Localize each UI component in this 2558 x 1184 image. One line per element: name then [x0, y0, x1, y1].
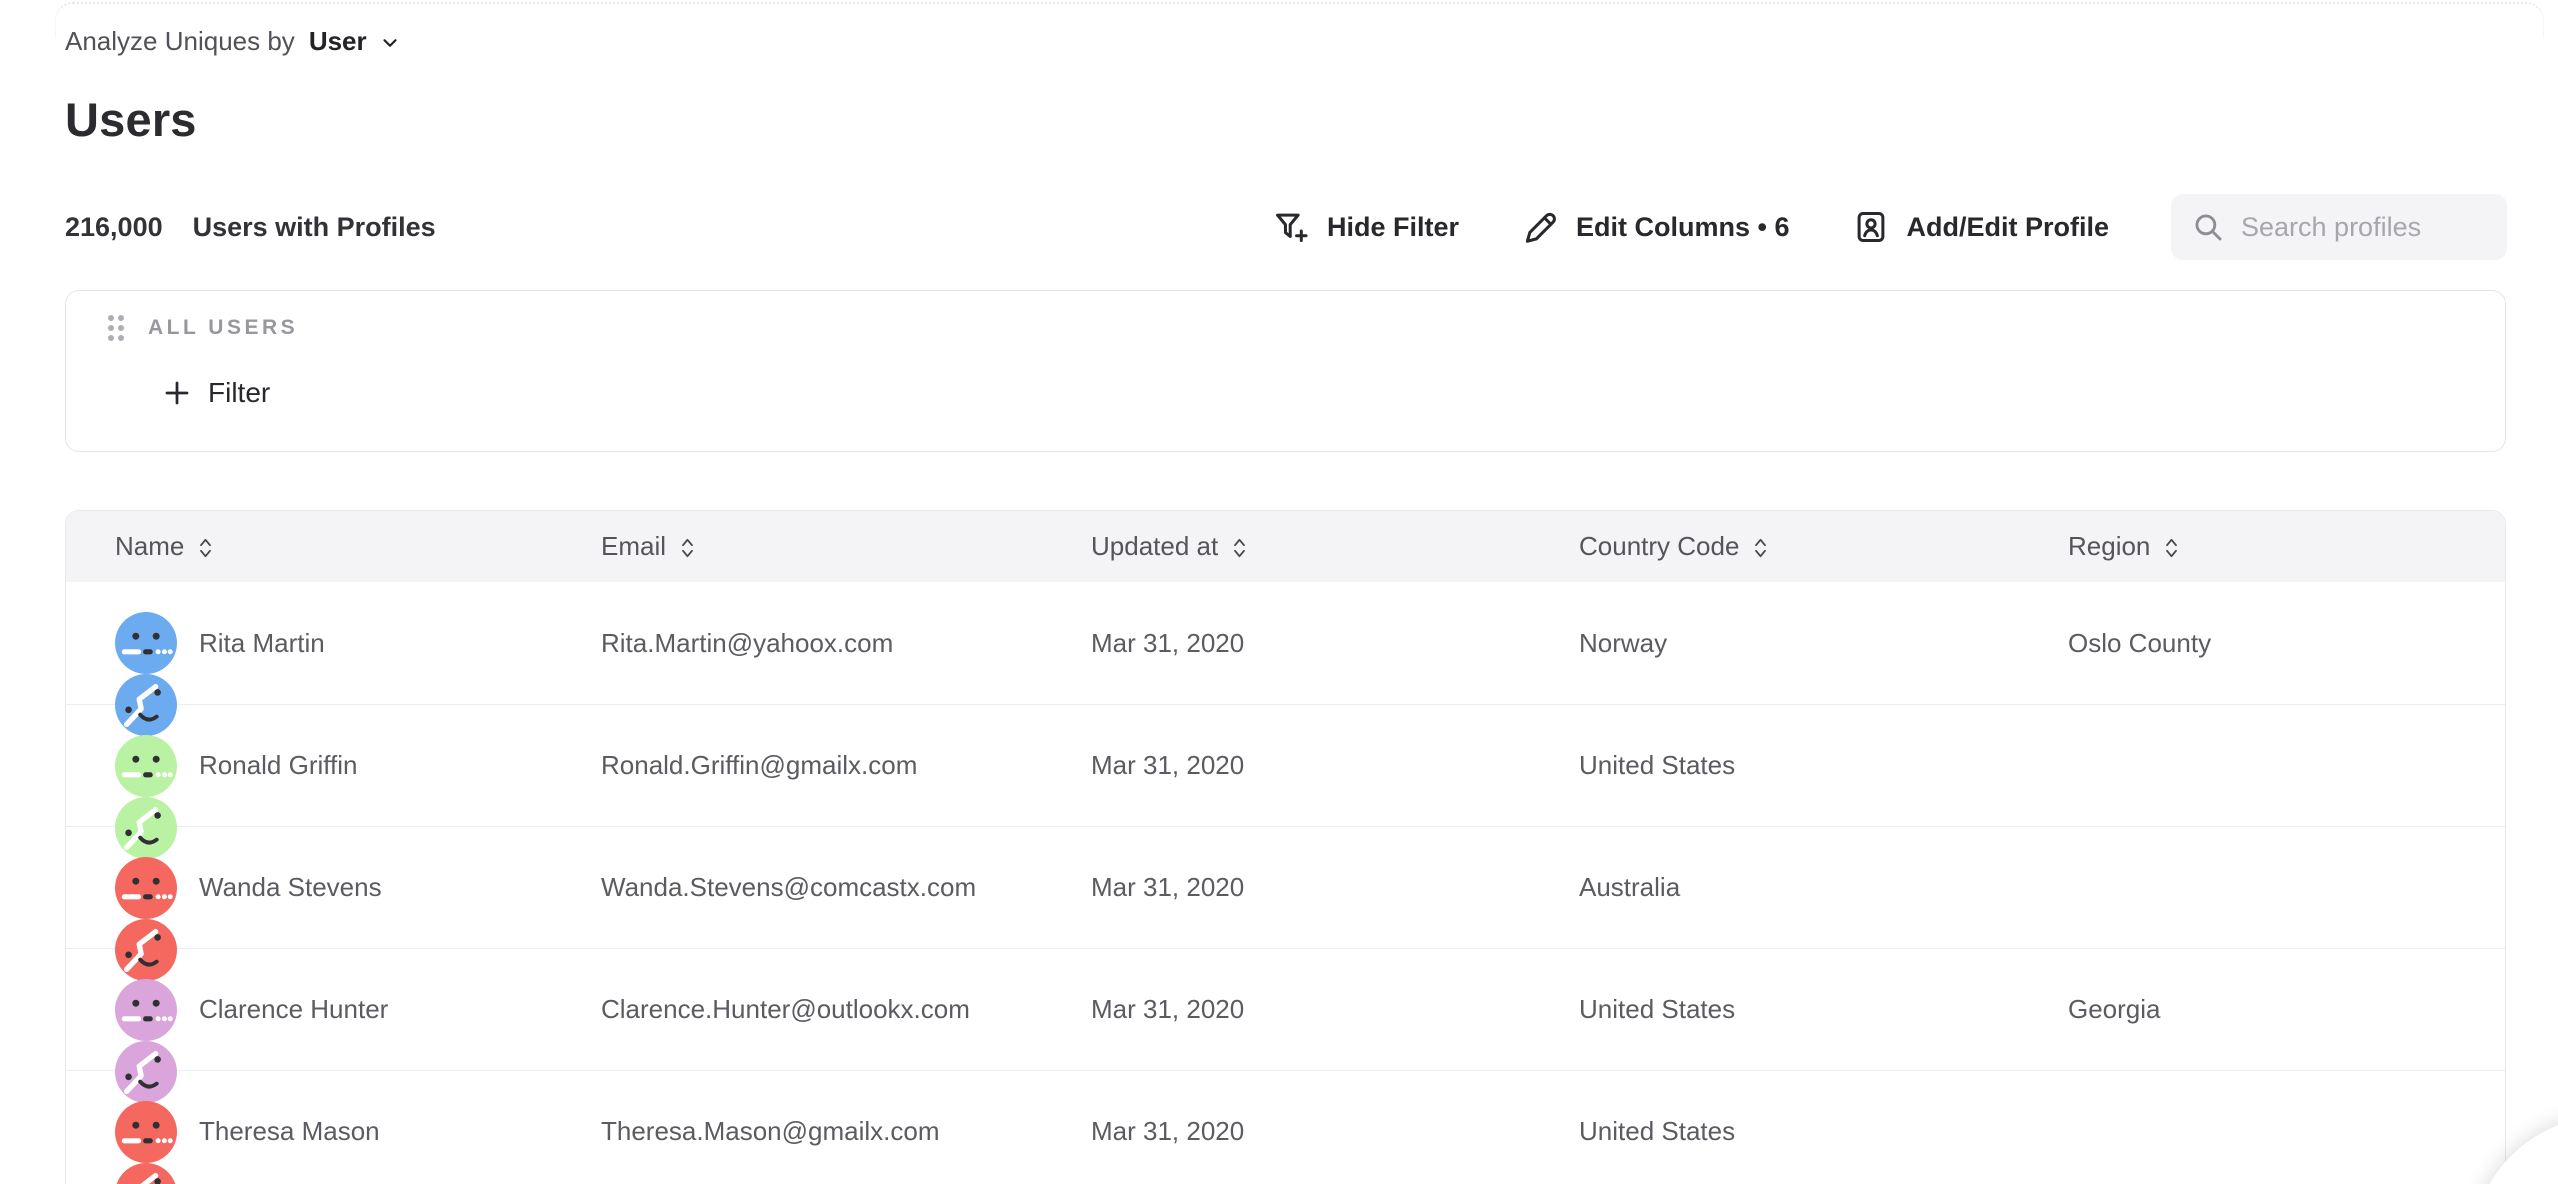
profile-count: 216,000	[65, 212, 163, 243]
column-header-label: Updated at	[1091, 531, 1218, 562]
column-header-region[interactable]: Region	[2019, 511, 2505, 582]
search-profiles-input[interactable]	[2241, 212, 2487, 243]
user-updated-at: Mar 31, 2020	[1091, 750, 1244, 781]
hide-filter-label: Hide Filter	[1327, 212, 1459, 243]
user-updated-at: Mar 31, 2020	[1091, 872, 1244, 903]
search-icon	[2191, 210, 2225, 244]
column-header-label: Country Code	[1579, 531, 1739, 562]
column-header-label: Email	[601, 531, 666, 562]
column-header-updated-at[interactable]: Updated at	[1042, 511, 1530, 582]
user-email: Theresa.Mason@gmailx.com	[601, 1116, 940, 1147]
avatar	[115, 857, 177, 919]
sort-icon	[680, 538, 695, 558]
table-body: Rita Martin Rita.Martin@yahoox.com Mar 3…	[66, 582, 2505, 1184]
table-row[interactable]: Theresa Mason Theresa.Mason@gmailx.com M…	[66, 1070, 2505, 1184]
breadcrumb: Analyze Uniques by User	[65, 26, 401, 57]
table-row[interactable]: Ronald Griffin Ronald.Griffin@gmailx.com…	[66, 704, 2505, 826]
profile-count-label: Users with Profiles	[193, 212, 436, 243]
profile-count-group: 216,000 Users with Profiles	[65, 212, 436, 243]
user-country: Norway	[1579, 628, 1667, 659]
user-name: Clarence Hunter	[199, 994, 388, 1025]
add-filter-button[interactable]: Filter	[162, 377, 270, 409]
filter-group-header: ALL USERS	[108, 315, 298, 341]
user-updated-at: Mar 31, 2020	[1091, 1116, 1244, 1147]
user-country: Australia	[1579, 872, 1680, 903]
edit-columns-button[interactable]: Edit Columns • 6	[1521, 208, 1789, 246]
profile-badge-icon	[1852, 208, 1890, 246]
sort-icon	[1232, 538, 1247, 558]
user-email: Ronald.Griffin@gmailx.com	[601, 750, 917, 781]
sort-icon	[1753, 538, 1768, 558]
table-row[interactable]: Clarence Hunter Clarence.Hunter@outlookx…	[66, 948, 2505, 1070]
user-updated-at: Mar 31, 2020	[1091, 994, 1244, 1025]
user-country: United States	[1579, 994, 1735, 1025]
user-name: Ronald Griffin	[199, 750, 358, 781]
user-region: Georgia	[2068, 994, 2161, 1025]
chevron-down-icon	[379, 32, 401, 54]
user-name: Rita Martin	[199, 628, 325, 659]
add-filter-label: Filter	[208, 377, 270, 409]
avatar	[115, 1101, 177, 1163]
sort-icon	[198, 538, 213, 558]
edit-columns-label: Edit Columns • 6	[1576, 212, 1789, 243]
column-header-label: Name	[115, 531, 184, 562]
plus-icon	[162, 378, 192, 408]
avatar	[115, 979, 177, 1041]
filter-funnel-icon	[1272, 208, 1310, 246]
column-header-label: Region	[2068, 531, 2150, 562]
user-name: Wanda Stevens	[199, 872, 382, 903]
user-region: Oslo County	[2068, 628, 2211, 659]
user-email: Rita.Martin@yahoox.com	[601, 628, 893, 659]
users-page: Analyze Uniques by User Users 216,000 Us…	[0, 0, 2558, 1184]
sort-icon	[2164, 538, 2179, 558]
analyze-by-value: User	[309, 26, 367, 57]
filter-panel: ALL USERS Filter	[65, 290, 2506, 452]
content-card-top-edge	[55, 2, 2544, 38]
table-row[interactable]: Rita Martin Rita.Martin@yahoox.com Mar 3…	[66, 582, 2505, 704]
column-header-country-code[interactable]: Country Code	[1530, 511, 2019, 582]
table-header-row: Name Email Updated at Country Code Regio…	[66, 511, 2505, 582]
avatar	[115, 612, 177, 674]
add-edit-profile-button[interactable]: Add/Edit Profile	[1852, 208, 2110, 246]
avatar	[115, 735, 177, 797]
user-country: United States	[1579, 1116, 1735, 1147]
user-country: United States	[1579, 750, 1735, 781]
pencil-icon	[1521, 208, 1559, 246]
user-updated-at: Mar 31, 2020	[1091, 628, 1244, 659]
filter-group-label: ALL USERS	[148, 316, 298, 340]
search-profiles-box[interactable]	[2171, 194, 2507, 260]
hide-filter-button[interactable]: Hide Filter	[1272, 208, 1459, 246]
add-edit-profile-label: Add/Edit Profile	[1907, 212, 2110, 243]
stats-toolbar-row: 216,000 Users with Profiles Hide Filter …	[65, 192, 2507, 262]
column-header-email[interactable]: Email	[552, 511, 1042, 582]
user-email: Clarence.Hunter@outlookx.com	[601, 994, 970, 1025]
analyze-by-label: Analyze Uniques by	[65, 26, 295, 57]
column-header-name[interactable]: Name	[66, 511, 552, 582]
table-row[interactable]: Wanda Stevens Wanda.Stevens@comcastx.com…	[66, 826, 2505, 948]
analyze-by-dropdown[interactable]: User	[309, 26, 401, 57]
users-table: Name Email Updated at Country Code Regio…	[65, 510, 2506, 1184]
drag-handle-icon[interactable]	[108, 315, 124, 341]
user-name: Theresa Mason	[199, 1116, 380, 1147]
page-title: Users	[65, 92, 197, 147]
toolbar: Hide Filter Edit Columns • 6 Add/Edit Pr…	[1272, 194, 2507, 260]
user-email: Wanda.Stevens@comcastx.com	[601, 872, 976, 903]
